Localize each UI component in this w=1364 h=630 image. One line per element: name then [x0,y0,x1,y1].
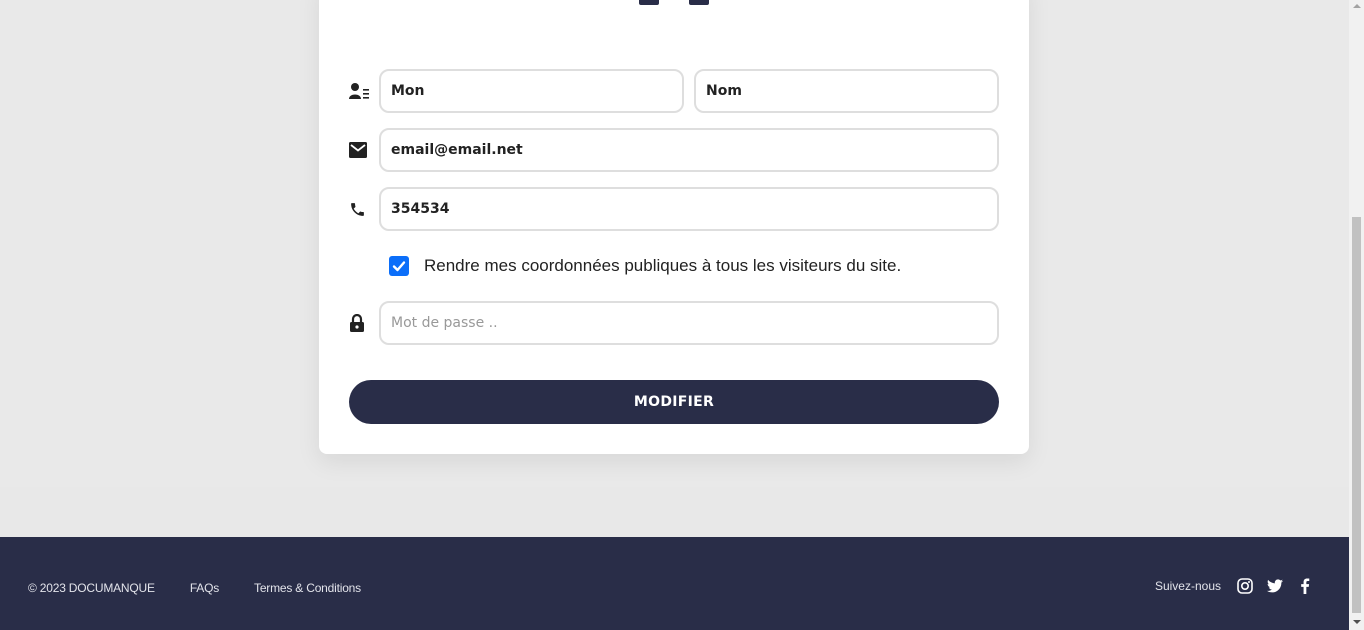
lock-icon [349,301,379,345]
scroll-up-arrow-icon[interactable] [1353,4,1361,8]
scroll-down-arrow-icon[interactable] [1353,620,1361,624]
phone-icon [349,187,379,231]
modify-button[interactable]: MODIFIER [349,380,999,424]
password-row [349,301,999,345]
instagram-icon[interactable] [1237,578,1253,594]
copyright-text: © 2023 DOCUMANQUE [28,581,155,595]
email-row [349,128,999,172]
header-mark-left [639,0,659,5]
phone-input[interactable] [379,187,999,231]
facebook-icon[interactable] [1297,578,1313,594]
footer-social: Suivez-nous [1155,578,1313,594]
email-input[interactable] [379,128,999,172]
site-footer: © 2023 DOCUMANQUE FAQs Termes & Conditio… [0,537,1349,630]
scroll-thumb[interactable] [1352,217,1361,613]
footer-links: © 2023 DOCUMANQUE FAQs Termes & Conditio… [28,581,361,595]
header-mark-right [689,0,709,5]
phone-row [349,187,999,231]
social-links [1237,578,1313,594]
public-contact-checkbox[interactable] [389,256,409,276]
user-card-icon [349,69,379,113]
page-content: Rendre mes coordonnées publiques à tous … [0,0,1349,537]
profile-form-card: Rendre mes coordonnées publiques à tous … [319,0,1029,454]
follow-label: Suivez-nous [1154,579,1221,593]
public-contact-label: Rendre mes coordonnées publiques à tous … [424,256,902,275]
envelope-icon [349,128,379,172]
checkmark-icon [392,261,406,272]
page-scrollbar[interactable] [1349,0,1364,630]
public-contact-option: Rendre mes coordonnées publiques à tous … [389,256,901,276]
terms-link[interactable]: Termes & Conditions [254,581,361,595]
last-name-input[interactable] [694,69,999,113]
password-input[interactable] [379,301,999,345]
twitter-icon[interactable] [1267,578,1283,594]
first-name-input[interactable] [379,69,684,113]
name-row [349,69,999,113]
faqs-link[interactable]: FAQs [190,581,219,595]
